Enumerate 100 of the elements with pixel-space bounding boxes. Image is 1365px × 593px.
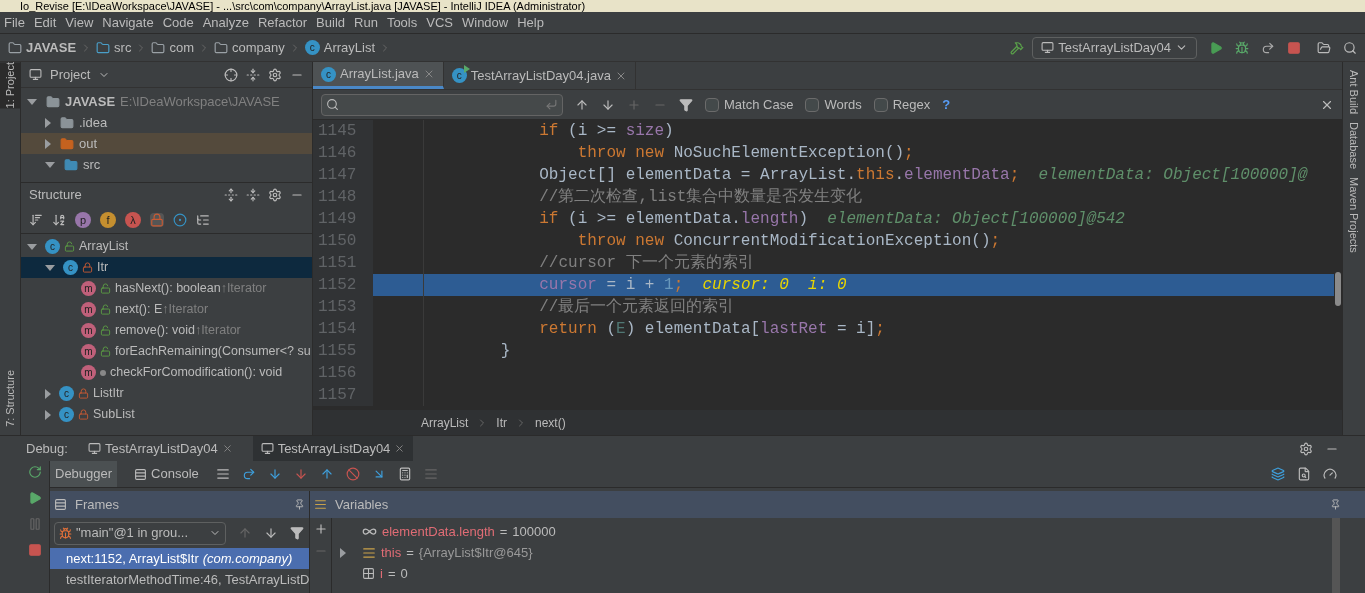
collapsed-arrow-icon[interactable] xyxy=(45,117,51,128)
breadcrumb[interactable]: ArrayList xyxy=(421,413,469,432)
bug-icon[interactable] xyxy=(1235,40,1249,55)
sort-icon[interactable] xyxy=(29,212,43,227)
structure-item[interactable]: m forEachRemaining(Consumer<? su xyxy=(21,341,312,362)
filter-icon[interactable] xyxy=(290,526,304,540)
project-item[interactable]: out xyxy=(21,133,312,154)
option-checkbox[interactable]: Regex xyxy=(873,94,931,115)
expanded-arrow-icon[interactable] xyxy=(27,243,37,250)
menu-item[interactable]: Code xyxy=(162,12,194,33)
breadcrumb[interactable]: src xyxy=(114,37,132,58)
option-checkbox[interactable]: Words xyxy=(805,94,862,115)
calculator-icon[interactable] xyxy=(397,467,412,481)
menu-item[interactable]: Analyze xyxy=(202,12,249,33)
tool-window-tab[interactable]: Ant Build xyxy=(1344,70,1364,115)
debug-session-tab[interactable]: TestArrayListDay04 xyxy=(252,436,414,461)
expand-icon[interactable] xyxy=(224,187,238,202)
collapsed-arrow-icon[interactable] xyxy=(45,388,51,399)
thread-dropdown[interactable]: "main"@1 in grou... xyxy=(54,521,226,545)
editor-tab[interactable]: c TestArrayListDay04.java xyxy=(443,62,636,89)
settings-icon[interactable] xyxy=(268,187,282,202)
expanded-arrow-icon[interactable] xyxy=(45,264,55,271)
breadcrumb[interactable]: com xyxy=(169,37,194,58)
structure-item[interactable]: c ArrayList xyxy=(21,236,312,257)
drop-frame-icon[interactable] xyxy=(345,467,360,481)
filter-toggle[interactable]: p xyxy=(75,211,91,228)
circle-icon[interactable] xyxy=(173,212,187,227)
search-field[interactable] xyxy=(321,93,563,116)
option-checkbox[interactable]: Match Case xyxy=(705,94,794,115)
search-icon[interactable] xyxy=(1343,40,1357,55)
expanded-arrow-icon[interactable] xyxy=(27,98,37,105)
resume-icon[interactable] xyxy=(27,491,42,505)
scrollbar-thumb[interactable] xyxy=(1332,518,1340,593)
variable-row[interactable]: this = {ArrayList$Itr@645} xyxy=(332,542,1332,563)
structure-item[interactable]: c ListItr xyxy=(21,383,312,404)
layers-icon[interactable] xyxy=(1271,467,1285,481)
expanded-arrow-icon[interactable] xyxy=(45,161,55,168)
menu-item[interactable]: Run xyxy=(354,12,378,33)
menu-item[interactable]: View xyxy=(65,12,94,33)
force-step-into-icon[interactable] xyxy=(293,467,308,481)
arrow-down-icon[interactable] xyxy=(264,526,278,540)
collapse-icon[interactable] xyxy=(246,67,260,82)
folder-icon[interactable] xyxy=(1317,40,1331,55)
debugger-tab[interactable]: Debugger xyxy=(50,461,118,487)
step-into-icon[interactable] xyxy=(267,467,282,481)
alpha-sort-icon[interactable] xyxy=(52,212,66,227)
filter-toggle[interactable]: λ xyxy=(125,211,141,228)
variable-row[interactable]: i = 0 xyxy=(332,563,1332,584)
run-icon[interactable] xyxy=(1209,40,1223,55)
menu-item[interactable]: VCS xyxy=(426,12,453,33)
pin-icon[interactable] xyxy=(1330,499,1341,510)
variable-row[interactable]: elementData.length = 100000 xyxy=(332,521,1332,542)
settings-icon[interactable] xyxy=(1299,441,1313,456)
menu-item[interactable]: Navigate xyxy=(102,12,154,33)
pin-icon[interactable] xyxy=(294,499,305,510)
lock-icon[interactable] xyxy=(150,212,164,227)
editor-tab[interactable]: c ArrayList.java xyxy=(313,62,444,89)
menu-item[interactable]: Window xyxy=(461,12,509,33)
breadcrumb[interactable]: company xyxy=(232,37,285,58)
menu-item[interactable]: File xyxy=(4,12,25,33)
debugger-tab[interactable]: Console xyxy=(129,461,204,487)
stop-icon[interactable] xyxy=(1287,40,1301,55)
add-icon[interactable] xyxy=(313,522,328,536)
file-search-icon[interactable] xyxy=(1297,467,1311,481)
rerun-icon[interactable] xyxy=(27,465,42,479)
run-config-dropdown[interactable]: TestArrayListDay04 xyxy=(1032,36,1197,59)
crosshair-icon[interactable] xyxy=(224,67,238,82)
scrollbar-thumb[interactable] xyxy=(1335,272,1341,306)
menu-item[interactable]: Help xyxy=(517,12,544,33)
panel-title[interactable]: Project xyxy=(50,64,91,85)
breadcrumb[interactable]: Itr xyxy=(496,413,507,432)
help-link[interactable]: ? xyxy=(942,94,951,115)
structure-item[interactable]: c Itr xyxy=(21,257,312,278)
collapsed-arrow-icon[interactable] xyxy=(340,547,346,558)
structure-item[interactable]: m next(): E↑Iterator xyxy=(21,299,312,320)
tool-window-tab[interactable]: Database xyxy=(1344,122,1364,170)
structure-item[interactable]: m checkForComodification(): void xyxy=(21,362,312,383)
lines-icon[interactable] xyxy=(215,467,230,481)
menu-item[interactable]: Tools xyxy=(386,12,418,33)
gauge-icon[interactable] xyxy=(1323,467,1337,481)
filter-toggle[interactable]: f xyxy=(100,211,116,228)
structure-item[interactable]: m remove(): void↑Iterator xyxy=(21,320,312,341)
collapsed-arrow-icon[interactable] xyxy=(45,138,51,149)
frame-item[interactable]: next:1152, ArrayList$Itr (com.company) xyxy=(50,548,309,569)
settings-icon[interactable] xyxy=(268,67,282,82)
tree-icon[interactable] xyxy=(196,212,210,227)
breadcrumb[interactable]: JAVASE xyxy=(26,37,77,58)
collapse-icon[interactable] xyxy=(246,187,260,202)
step-over-icon[interactable] xyxy=(241,467,256,481)
collapsed-arrow-icon[interactable] xyxy=(45,409,51,420)
menu-item[interactable]: Build xyxy=(316,12,345,33)
frame-item[interactable]: testIteratorMethodTime:46, TestArrayListD xyxy=(50,569,309,590)
breadcrumb[interactable]: ArrayList xyxy=(323,37,376,58)
debug-session-tab[interactable]: TestArrayListDay04 xyxy=(79,436,241,461)
structure-item[interactable]: m hasNext(): boolean↑Iterator xyxy=(21,278,312,299)
tool-window-tab[interactable]: 1: Project xyxy=(0,62,20,109)
close-icon[interactable] xyxy=(394,443,406,454)
filter-icon[interactable] xyxy=(679,97,693,112)
structure-item[interactable]: c SubList xyxy=(21,404,312,425)
step-out-icon[interactable] xyxy=(319,467,334,481)
